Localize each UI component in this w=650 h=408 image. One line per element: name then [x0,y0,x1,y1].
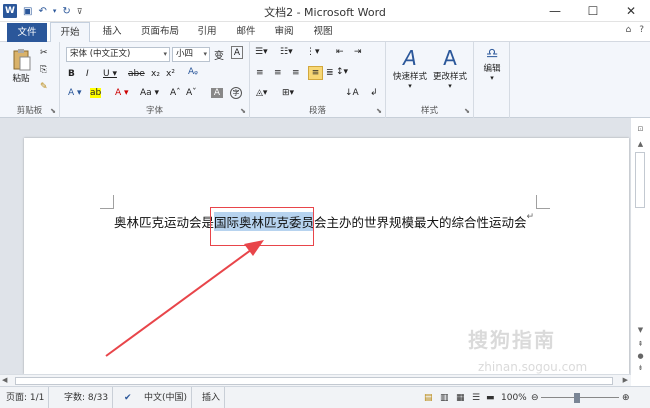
watermark-url: zhinan.sogou.com [478,360,588,374]
web-layout-icon[interactable]: ▦ [452,387,469,408]
vertical-scrollbar[interactable]: ⊡ ▲ ▼ ⇞ ● ⇟ [631,118,650,374]
prev-page-icon[interactable]: ⇞ [633,338,648,350]
next-page-icon[interactable]: ⇟ [633,362,648,374]
full-screen-icon[interactable]: ▥ [436,387,453,408]
ruler-toggle-icon[interactable]: ⊡ [633,123,648,135]
zoom-slider-thumb[interactable] [574,393,580,403]
scroll-down-icon[interactable]: ▼ [633,324,648,336]
proofing-icon[interactable]: ✔ [120,387,136,408]
zoom-slider[interactable] [541,397,619,398]
zoom-in-icon[interactable]: ⊕ [618,387,634,408]
page-count[interactable]: 页面: 1/1 [2,387,50,408]
horizontal-scroll-thumb[interactable] [15,377,613,385]
word-count[interactable]: 字数: 8/33 [60,387,114,408]
watermark-logo: 搜狗指南 [468,328,556,352]
language-status[interactable]: 中文(中国) [140,387,193,408]
print-layout-icon[interactable]: ▤ [420,387,437,408]
zoom-level[interactable]: 100% [497,387,531,408]
word-window: W ▣ ↶ ▾ ↻ ⊽ 文档2 - Microsoft Word — ☐ ✕ 文… [0,0,650,408]
vertical-scroll-thumb[interactable] [635,152,645,208]
scroll-up-icon[interactable]: ▲ [633,138,648,150]
status-bar: 页面: 1/1 字数: 8/33 ✔ 中文(中国) 插入 ▤ ▥ ▦ ☰ ▬ 1… [0,386,650,408]
scroll-right-icon[interactable]: ▶ [623,376,628,384]
horizontal-scrollbar[interactable]: ◀ ▶ [0,374,631,386]
insert-mode[interactable]: 插入 [198,387,226,408]
browse-object-icon[interactable]: ● [633,350,648,362]
scroll-left-icon[interactable]: ◀ [2,376,7,384]
